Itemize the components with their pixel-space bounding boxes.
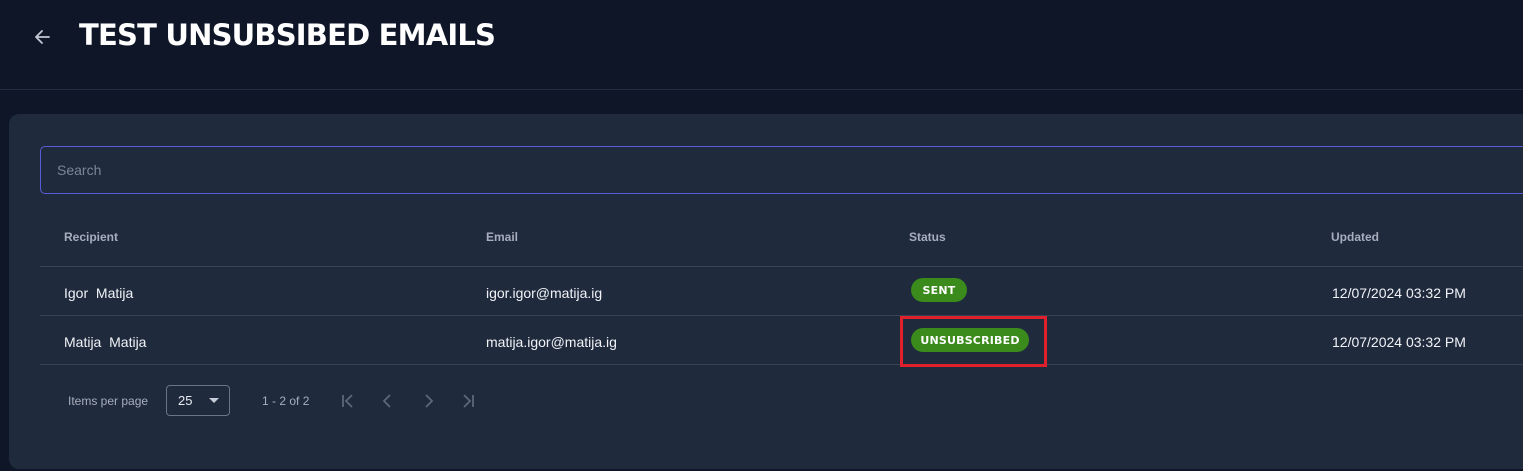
search-field[interactable] <box>40 146 1523 194</box>
next-page-button[interactable] <box>417 390 439 412</box>
page-size-select[interactable]: 25 <box>166 385 230 416</box>
column-header-updated[interactable]: Updated <box>1331 230 1379 244</box>
page-range: 1 - 2 of 2 <box>262 394 310 408</box>
recipient-cell: Igor Matija <box>64 285 134 301</box>
caret-down-icon <box>209 398 219 403</box>
first-page-icon <box>342 394 353 408</box>
highlight-box <box>900 316 1047 367</box>
email-cell: igor.igor@matija.ig <box>486 285 603 301</box>
emails-card: Recipient Email Status Updated Igor Mati… <box>9 114 1523 469</box>
back-button[interactable] <box>27 22 57 52</box>
page-title: TEST UNSUBSIBED EMAILS <box>79 18 496 52</box>
last-page-icon <box>463 394 474 408</box>
search-input[interactable] <box>41 147 1523 193</box>
column-header-status[interactable]: Status <box>909 230 946 244</box>
updated-cell: 12/07/2024 03:32 PM <box>1332 334 1466 350</box>
column-header-recipient[interactable]: Recipient <box>64 230 118 244</box>
recipient-cell: Matija Matija <box>64 334 147 350</box>
page-size-value: 25 <box>178 393 193 408</box>
row-divider <box>40 315 1523 316</box>
arrow-left-icon <box>35 30 50 44</box>
email-cell: matija.igor@matija.ig <box>486 334 617 350</box>
previous-page-button[interactable] <box>377 390 399 412</box>
column-header-email[interactable]: Email <box>486 230 518 244</box>
chevron-left-icon <box>382 394 391 408</box>
items-per-page-label: Items per page <box>68 394 149 408</box>
header-divider <box>40 266 1523 267</box>
page-header: TEST UNSUBSIBED EMAILS <box>0 0 1523 90</box>
first-page-button[interactable] <box>337 390 359 412</box>
row-divider <box>40 364 1523 365</box>
chevron-right-icon <box>425 394 434 408</box>
updated-cell: 12/07/2024 03:32 PM <box>1332 285 1466 301</box>
status-badge: SENT <box>911 278 967 302</box>
last-page-button[interactable] <box>457 390 479 412</box>
